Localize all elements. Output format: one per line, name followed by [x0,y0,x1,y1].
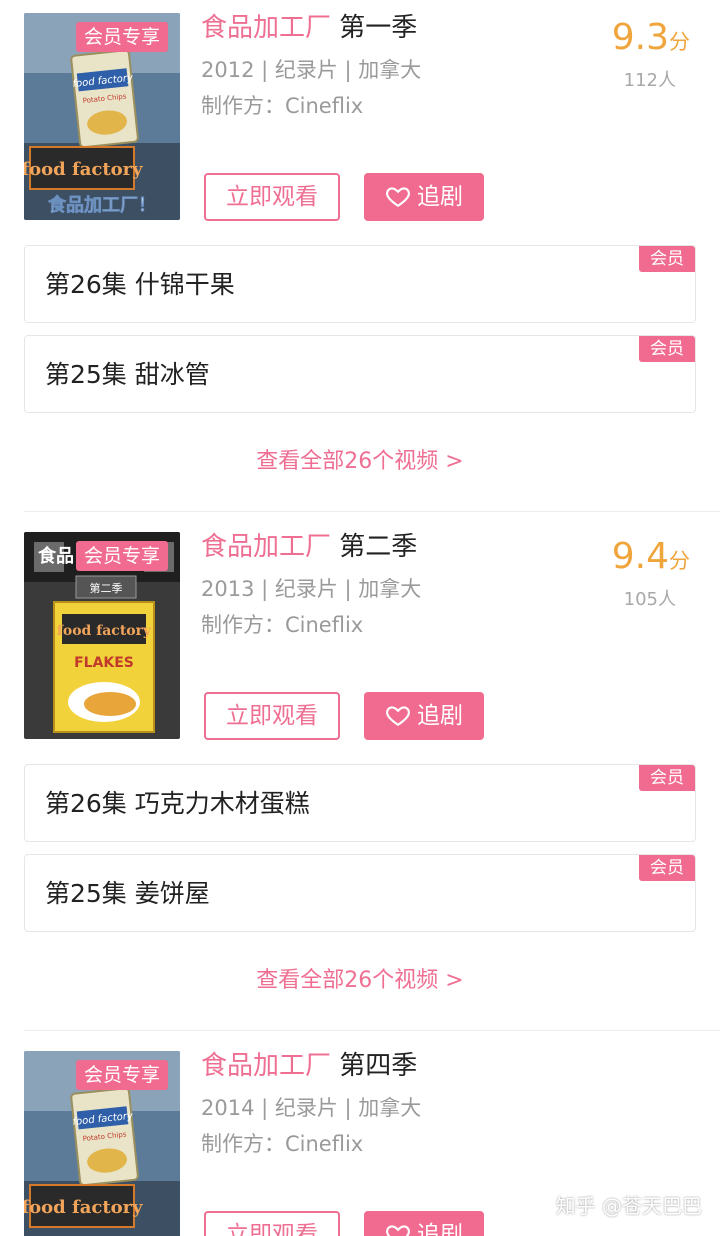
view-all-videos-link[interactable]: 查看全部26个视频 > [0,964,720,998]
follow-label: 追剧 [417,1222,463,1236]
year-genre-country: 2013 | 纪录片 | 加拿大 [201,577,422,601]
episode-item[interactable]: 第25集 姜饼屋 会员 [24,854,696,932]
season-name: 第四季 [339,1051,418,1081]
heart-icon [386,187,410,208]
view-all-videos-link[interactable]: 查看全部26个视频 > [0,445,720,479]
follow-series-button[interactable]: 追剧 [364,1211,484,1236]
producer: 制作方：Cineflix [201,613,364,637]
season-title[interactable]: 食品加工厂 第二季 [201,529,417,565]
follow-series-button[interactable]: 追剧 [364,173,484,221]
episode-item[interactable]: 第26集 什锦干果 会员 [24,245,696,323]
season-title[interactable]: 食品加工厂 第一季 [201,10,417,46]
poster-box-brand: food factory [57,623,152,639]
section-divider [24,511,720,512]
vip-badge: 会员 [639,765,695,791]
episode-item[interactable]: 第26集 巧克力木材蛋糕 会员 [24,764,696,842]
score-unit: 分 [669,30,690,54]
vip-exclusive-tag: 会员专享 [76,541,169,571]
show-name: 食品加工厂 [201,13,332,43]
poster-caption: 食品 [37,545,74,567]
rating-score: 9.3分 [612,16,690,60]
show-name: 食品加工厂 [201,532,332,562]
vip-exclusive-tag: 会员专享 [76,1060,169,1090]
vip-badge: 会员 [639,246,695,272]
year-genre-country: 2012 | 纪录片 | 加拿大 [201,58,422,82]
episode-item[interactable]: 第25集 甜冰管 会员 [24,335,696,413]
poster-box-sub: FLAKES [74,655,134,671]
season-poster[interactable]: food factory Potato Chips food factory 食… [24,13,180,220]
rating-score: 9.4分 [612,535,690,579]
watch-now-button[interactable]: 立即观看 [204,173,340,221]
follow-series-button[interactable]: 追剧 [364,692,484,740]
heart-icon [386,1225,410,1236]
rating-count: 112人 [623,70,676,91]
score-number: 9.3 [611,17,669,58]
episode-title: 第25集 甜冰管 [45,360,210,389]
follow-label: 追剧 [417,703,463,729]
year-genre-country: 2014 | 纪录片 | 加拿大 [201,1096,422,1120]
follow-label: 追剧 [417,184,463,210]
season-name: 第二季 [339,532,418,562]
score-unit: 分 [669,549,690,573]
vip-badge: 会员 [639,336,695,362]
poster-logo: food factory [24,1197,143,1218]
score-number: 9.4 [611,536,669,577]
section-divider [24,1030,720,1031]
producer: 制作方：Cineflix [201,1132,364,1156]
poster-season-plate: 第二季 [90,581,123,595]
season-poster[interactable]: 第二季 food factory FLAKES 食品 会员专享 [24,532,180,739]
watch-now-button[interactable]: 立即观看 [204,1211,340,1236]
vip-exclusive-tag: 会员专享 [76,22,169,52]
zhihu-watermark: 知乎 @苍天巴巴 [555,1194,702,1218]
season-poster[interactable]: food factory Potato Chips food factory 会… [24,1051,180,1236]
show-name: 食品加工厂 [201,1051,332,1081]
poster-logo: food factory [24,159,143,180]
episode-title: 第26集 什锦干果 [45,270,235,299]
producer: 制作方：Cineflix [201,94,364,118]
poster-caption: 食品加工厂！ [47,194,156,216]
season-title[interactable]: 食品加工厂 第四季 [201,1048,417,1084]
episode-title: 第25集 姜饼屋 [45,879,210,908]
episode-title: 第26集 巧克力木材蛋糕 [45,789,310,818]
season-name: 第一季 [339,13,418,43]
rating-count: 105人 [623,589,676,610]
heart-icon [386,706,410,727]
vip-badge: 会员 [639,855,695,881]
watch-now-button[interactable]: 立即观看 [204,692,340,740]
